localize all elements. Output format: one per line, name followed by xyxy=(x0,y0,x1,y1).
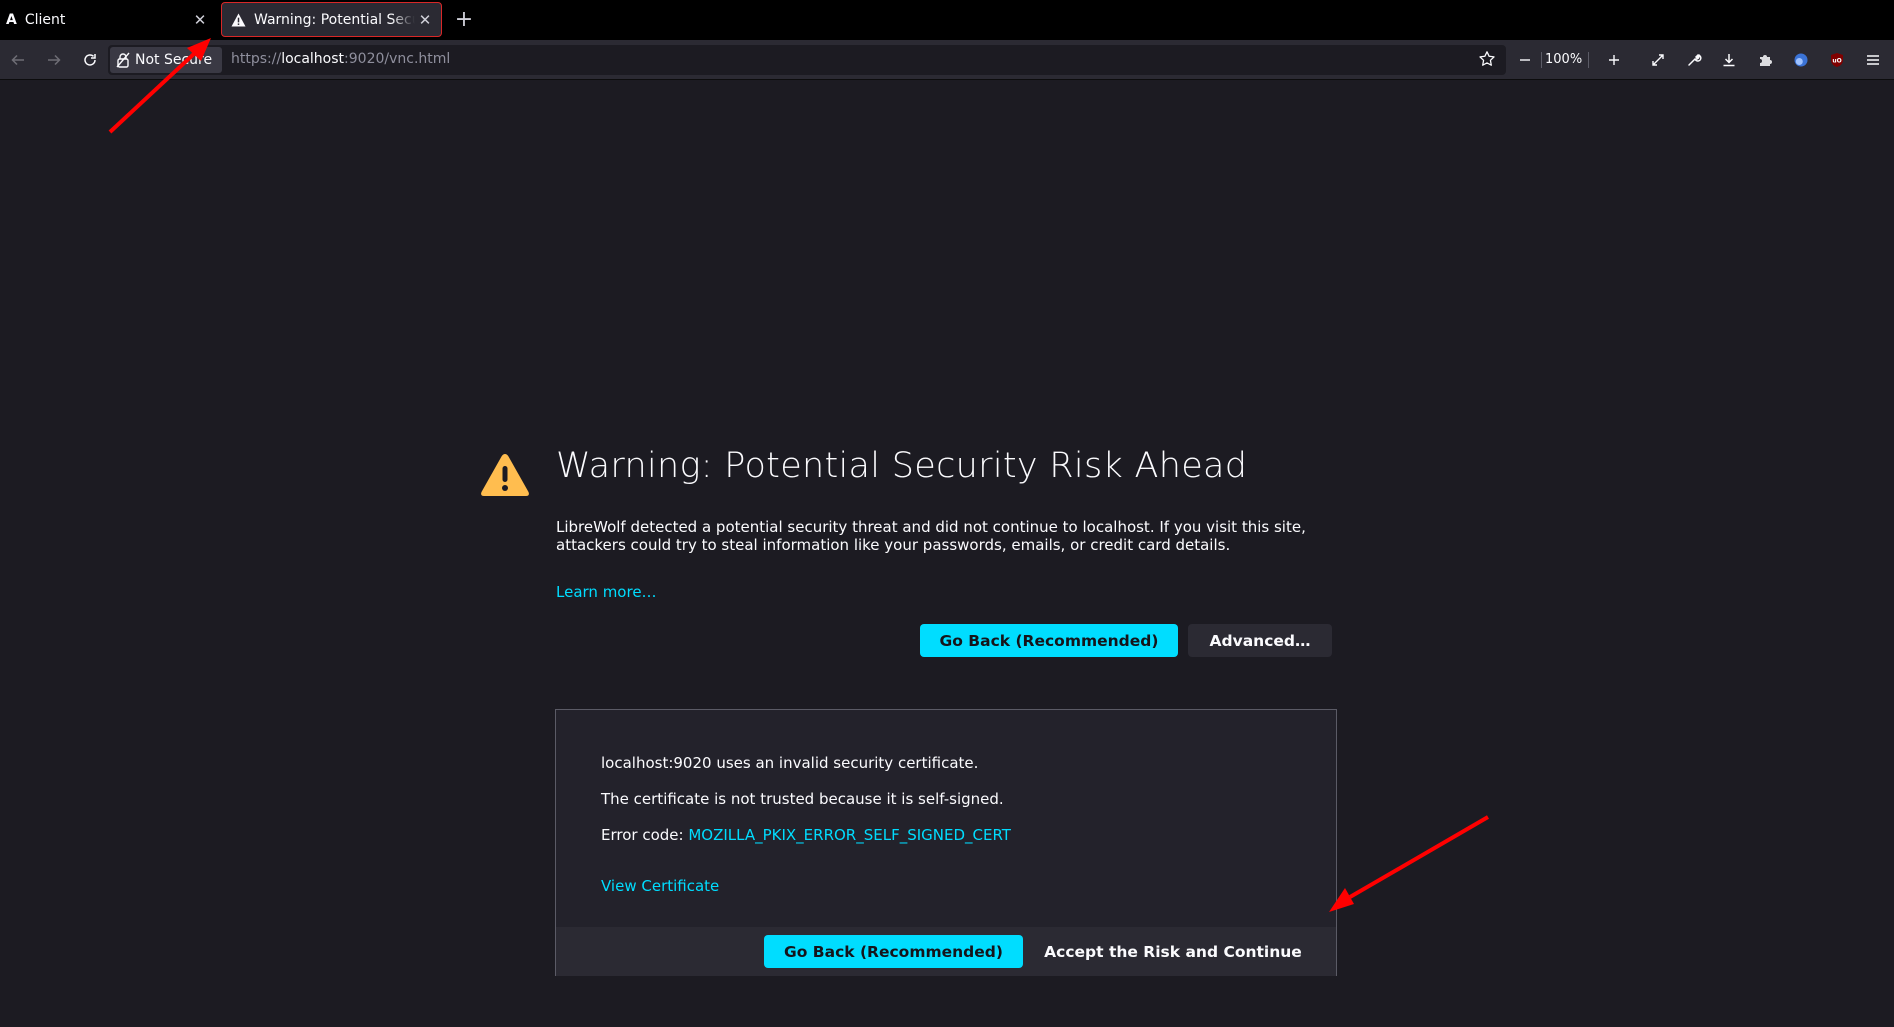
url-bar[interactable]: Not Secure https://localhost:9020/vnc.ht… xyxy=(108,45,1506,75)
forward-button[interactable] xyxy=(43,49,65,71)
zoom-out-button[interactable] xyxy=(1514,49,1536,71)
bookmark-star-button[interactable] xyxy=(1478,50,1498,70)
security-label: Not Secure xyxy=(135,52,213,68)
app-menu-button[interactable] xyxy=(1862,49,1884,71)
error-code-link[interactable]: MOZILLA_PKIX_ERROR_SELF_SIGNED_CERT xyxy=(688,826,1011,844)
accept-risk-button[interactable]: Accept the Risk and Continue xyxy=(1033,935,1313,968)
reload-icon xyxy=(84,54,96,66)
new-tab-button[interactable]: + xyxy=(452,5,476,35)
puzzle-icon xyxy=(1760,55,1772,66)
reload-button[interactable] xyxy=(79,49,101,71)
zoom-level[interactable]: 100% xyxy=(1545,52,1582,67)
url-path: :9020/vnc.html xyxy=(344,51,451,67)
warning-description: LibreWolf detected a potential security … xyxy=(556,518,1306,554)
ublock-origin-icon: uO xyxy=(1831,53,1843,67)
zoom-in-button[interactable] xyxy=(1603,49,1625,71)
warning-triangle-icon xyxy=(481,454,529,496)
site-security-button[interactable]: Not Secure xyxy=(110,47,222,73)
tab-title: Client xyxy=(24,11,66,28)
nav-toolbar: Not Secure https://localhost:9020/vnc.ht… xyxy=(0,40,1894,80)
self-signed-text: The certificate is not trusted because i… xyxy=(601,790,1004,808)
hamburger-menu-icon xyxy=(1867,55,1879,65)
advanced-panel-footer: Go Back (Recommended) Accept the Risk an… xyxy=(556,927,1336,976)
page-title: Warning: Potential Security Risk Ahead xyxy=(556,446,1248,486)
annotation-arrow-accept xyxy=(1329,815,1490,912)
tools-button[interactable] xyxy=(1683,49,1705,71)
zoom-separator xyxy=(1588,52,1589,68)
minus-icon xyxy=(1520,59,1530,61)
tab-client[interactable]: A Client ✕ xyxy=(0,2,216,37)
tab-title: Warning: Potential Security Risk Ahead xyxy=(254,11,415,28)
back-arrow-icon xyxy=(11,54,24,66)
tab-warning[interactable]: Warning: Potential Security Risk Ahead ✕ xyxy=(221,2,442,37)
fullscreen-button[interactable] xyxy=(1647,49,1669,71)
certificate-invalid-text: localhost:9020 uses an invalid security … xyxy=(601,754,979,772)
download-icon xyxy=(1723,54,1735,67)
app-a-icon: A xyxy=(6,11,17,28)
learn-more-link[interactable]: Learn more… xyxy=(556,583,657,601)
container-extension-icon xyxy=(1794,53,1808,67)
plus-icon xyxy=(1609,55,1619,65)
view-certificate-link[interactable]: View Certificate xyxy=(601,877,719,895)
forward-arrow-icon xyxy=(48,54,61,66)
advanced-panel: localhost:9020 uses an invalid security … xyxy=(555,709,1337,976)
advanced-button[interactable]: Advanced… xyxy=(1188,624,1332,657)
url-text[interactable]: https://localhost:9020/vnc.html xyxy=(231,51,450,67)
url-scheme: https:// xyxy=(231,51,282,67)
go-back-button[interactable]: Go Back (Recommended) xyxy=(764,935,1023,968)
back-button[interactable] xyxy=(7,49,29,71)
error-code-label: Error code: xyxy=(601,826,689,844)
url-host: localhost xyxy=(281,51,345,67)
star-icon xyxy=(1479,51,1495,66)
close-icon[interactable]: ✕ xyxy=(190,11,210,29)
error-code-line: Error code: MOZILLA_PKIX_ERROR_SELF_SIGN… xyxy=(601,826,1011,844)
container-extension-button[interactable] xyxy=(1790,49,1812,71)
ublock-origin-button[interactable]: uO xyxy=(1826,49,1848,71)
extensions-button[interactable] xyxy=(1754,49,1776,71)
close-icon[interactable]: ✕ xyxy=(415,11,435,29)
wrench-icon xyxy=(1688,54,1702,66)
downloads-button[interactable] xyxy=(1718,49,1740,71)
svg-text:uO: uO xyxy=(1832,58,1841,65)
warning-icon xyxy=(231,12,246,27)
fullscreen-arrows-icon xyxy=(1652,54,1664,66)
insecure-lock-icon xyxy=(116,52,130,68)
tab-strip: A Client ✕ Warning: Potential Security R… xyxy=(0,0,1894,40)
go-back-button[interactable]: Go Back (Recommended) xyxy=(920,624,1178,657)
zoom-separator xyxy=(1541,52,1542,68)
